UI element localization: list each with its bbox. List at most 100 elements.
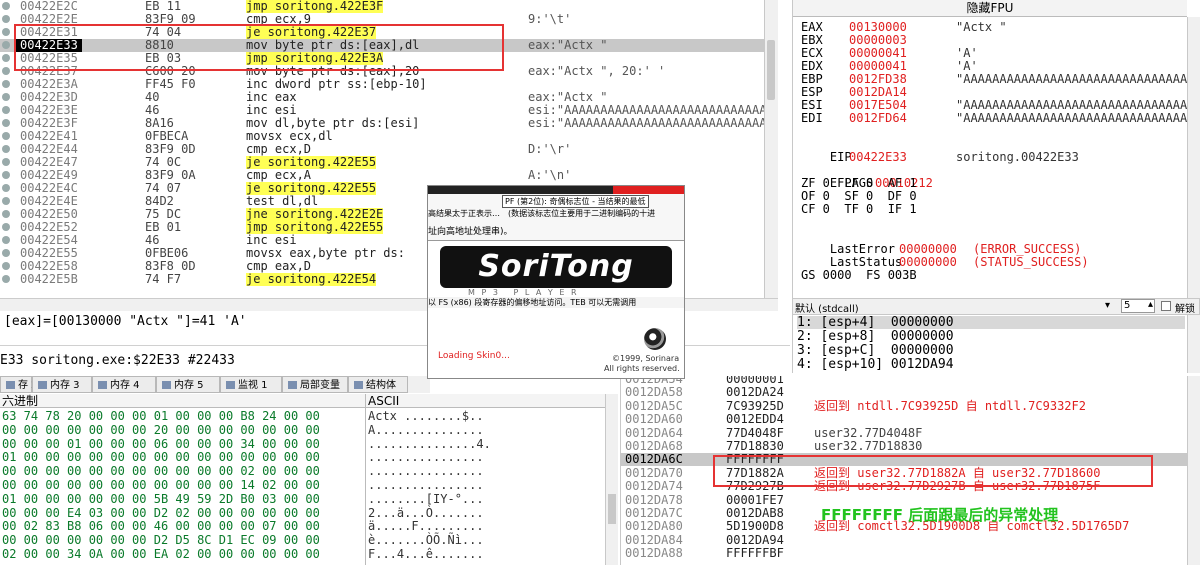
dump-hex-bytes: 63 74 78 20 00 00 00 01 00 00 00 B8 24 0… [2, 409, 320, 423]
dump-row[interactable]: 63 74 78 20 00 00 00 01 00 00 00 B8 24 0… [0, 410, 618, 423]
reg-last-status[interactable]: LastStatus 00000000 (STATUS_SUCCESS) [801, 243, 1089, 269]
stack-row[interactable]: 0012DA68 77D18830 user32.77D18830 [621, 440, 1200, 453]
disasm-row[interactable]: 00422E47 74 0C je soritong.422E55 [0, 156, 778, 169]
tooltip-line-3: 址向高地址处理串)。 [428, 227, 513, 237]
stack-arg-row[interactable]: 2: [esp+8] 00000000 [797, 330, 954, 343]
breakpoint-dot-icon[interactable] [2, 223, 10, 231]
dump-tab-6[interactable]: 局部变量 [282, 376, 348, 393]
dump-row[interactable]: 00 00 00 00 00 00 00 20 00 00 00 00 00 0… [0, 423, 618, 437]
registers-pane[interactable]: 隐藏FPU EAX 00130000 "Actx " EBX 00000003 ECX 00… [792, 0, 1200, 298]
memory-icon [98, 381, 107, 389]
stack-pane[interactable]: 0012DA54 00000001 0012DA58 0012DA24 0012DA5C… [620, 376, 1200, 565]
dump-tab-3[interactable]: 内存 4 [92, 376, 156, 393]
dump-ascii-header[interactable]: ASCII [365, 394, 605, 408]
dump-row[interactable]: 02 00 00 34 0A 00 00 EA 02 00 00 00 00 0… [0, 548, 618, 561]
breakpoint-dot-icon[interactable] [2, 2, 10, 10]
stack-row[interactable]: 0012DA54 00000001 [621, 376, 1200, 386]
breakpoint-dot-icon[interactable] [2, 158, 10, 166]
memory-icon [162, 381, 171, 389]
breakpoint-dot-icon[interactable] [2, 15, 10, 23]
dump-hex-header[interactable]: 六进制 [0, 394, 365, 408]
scrollbar-thumb[interactable] [608, 494, 616, 524]
breakpoint-dot-icon[interactable] [2, 80, 10, 88]
stack-row[interactable]: 0012DA88 FFFFFFBF [621, 547, 1200, 560]
disasm-row[interactable]: 00422E49 83F9 0A cmp ecx,A A:'\n' [0, 169, 778, 182]
arg-count-box[interactable]: 5 ▴ [1121, 299, 1155, 313]
soritong-splash-window[interactable]: PF (第2位): 奇偶标志位 - 当结果的最低 高结果太于正表示… (数据该标… [427, 185, 685, 379]
disasm-row[interactable]: 00422E41 0FBECA movsx ecx,dl [0, 130, 778, 143]
dump-ascii: è.......ÒÕ.Ñì... [368, 533, 484, 548]
breakpoint-dot-icon[interactable] [2, 119, 10, 127]
breakpoint-dot-icon[interactable] [2, 210, 10, 218]
stack-args-pane[interactable]: 1: [esp+4] 00000000 2: [esp+8] 00000000 3:… [792, 315, 1200, 373]
dump-tab-2[interactable]: 内存 3 [32, 376, 92, 393]
dump-tab-5[interactable]: 监视 1 [220, 376, 282, 393]
dump-tab-1[interactable]: 存 2 [0, 376, 38, 393]
breakpoint-dot-icon[interactable] [2, 197, 10, 205]
call-convention-bar: 默认 (stdcall) ▾ 5 ▴ 解锁 [792, 298, 1200, 315]
spinner-icon[interactable]: ▴ [1148, 299, 1153, 310]
dump-row[interactable]: 00 02 83 B8 06 00 00 46 00 00 00 00 07 0… [0, 520, 618, 533]
tab-label: 结构体 [366, 380, 396, 391]
reg-eip[interactable]: EIP 00422E33 soritong.00422E33 [801, 138, 1079, 164]
dump-ascii: Actx ........$.. [368, 409, 484, 423]
segment-line[interactable]: GS 0000 FS 003B [801, 269, 917, 282]
stack-row[interactable]: 0012DA84 0012DA94 [621, 533, 1200, 547]
breakpoint-dot-icon[interactable] [2, 236, 10, 244]
dump-tab-4[interactable]: 内存 5 [156, 376, 220, 393]
breakpoint-dot-icon[interactable] [2, 275, 10, 283]
call-convention-select[interactable]: 默认 (stdcall) [795, 300, 859, 315]
dump-row[interactable]: 00 00 00 01 00 00 00 06 00 00 00 34 00 0… [0, 437, 618, 451]
registers-scrollbar[interactable] [1187, 17, 1200, 298]
breakpoint-dot-icon[interactable] [2, 262, 10, 270]
stack-row[interactable]: 0012DA58 0012DA24 [621, 386, 1200, 399]
breakpoint-dot-icon[interactable] [2, 184, 10, 192]
dump-scrollbar[interactable] [605, 394, 618, 565]
stack-address: 0012DA70 [625, 465, 683, 480]
disasm-row[interactable]: 00422E3F 8A16 mov dl,byte ptr ds:[esi] esi:… [0, 117, 778, 130]
breakpoint-dot-icon[interactable] [2, 93, 10, 101]
breakpoint-dot-icon[interactable] [2, 145, 10, 153]
stack-scrollbar[interactable] [1187, 376, 1200, 565]
breakpoint-dot-icon[interactable] [2, 171, 10, 179]
dump-row[interactable]: 00 00 00 00 00 00 00 00 00 00 00 02 00 0… [0, 465, 618, 478]
unlock-checkbox[interactable] [1161, 301, 1171, 311]
breakpoint-dot-icon[interactable] [2, 67, 10, 75]
register-row[interactable]: EDI 0012FD64 "AAAAAAAAAAAAAAAAAAAAAAAAAAAA… [801, 112, 1200, 125]
dump-row[interactable]: 00 00 00 00 00 00 00 D2 D5 8C D1 EC 09 0… [0, 534, 618, 547]
stack-row[interactable]: 0012DA60 0012EDD4 [621, 413, 1200, 426]
disasm-row[interactable]: 00422E3A FF45 F0 inc dword ptr ss:[ebp-10] [0, 78, 778, 91]
breakpoint-dot-icon[interactable] [2, 106, 10, 114]
flag-tooltip: PF (第2位): 奇偶标志位 - 当结果的最低 高结果太于正表示… (数据该标… [428, 194, 684, 241]
disassembly-scrollbar[interactable] [764, 0, 778, 298]
stack-row[interactable]: 0012DA64 77D4048F user32.77D4048F [621, 426, 1200, 440]
chevron-down-icon[interactable]: ▾ [1105, 300, 1110, 311]
dump-row[interactable]: 01 00 00 00 00 00 00 5B 49 59 2D B0 03 0… [0, 492, 618, 506]
dump-row[interactable]: 00 00 00 00 00 00 00 00 00 00 00 14 02 0… [0, 479, 618, 492]
breakpoint-dot-icon[interactable] [2, 132, 10, 140]
memory-dump-pane[interactable]: 六进制 ASCII 63 74 78 20 00 00 00 01 00 00 … [0, 394, 618, 565]
stack-arg-row[interactable]: 4: [esp+10] 0012DA94 [797, 358, 954, 371]
hide-fpu-header[interactable]: 隐藏FPU [793, 0, 1187, 17]
stack-arg-row[interactable]: 1: [esp+4] 00000000 [797, 316, 1185, 329]
breakpoint-dot-icon[interactable] [2, 249, 10, 257]
dump-row[interactable]: 00 00 00 E4 03 00 00 D2 02 00 00 00 00 0… [0, 506, 618, 520]
flags-line-3[interactable]: CF 0 TF 0 IF 1 [801, 203, 917, 216]
stack-args-scrollbar[interactable] [1187, 315, 1200, 373]
breakpoint-dot-icon[interactable] [2, 41, 10, 49]
breakpoint-dot-icon[interactable] [2, 54, 10, 62]
scrollbar-thumb[interactable] [767, 40, 775, 100]
disasm-row[interactable]: 00422E44 83F9 0D cmp ecx,D D:'\r' [0, 143, 778, 156]
disasm-row[interactable]: 00422E2C EB 11 jmp soritong.422E3F [0, 0, 778, 13]
dump-tab-7[interactable]: 结构体 [348, 376, 408, 393]
dump-row[interactable]: 01 00 00 00 00 00 00 00 00 00 00 00 00 0… [0, 451, 618, 464]
breakpoint-dot-icon[interactable] [2, 28, 10, 36]
stack-arg-row[interactable]: 3: [esp+C] 00000000 [797, 344, 954, 357]
tab-label: 内存 4 [110, 380, 140, 391]
tab-label: 监视 1 [238, 380, 268, 391]
reg-last-error[interactable]: LastError 00000000 (ERROR_SUCCESS) [801, 230, 1081, 256]
stack-address: 0012DA7C [625, 506, 683, 520]
stack-row[interactable]: 0012DA5C 7C93925D 返回到 ntdll.7C93925D 自 ntd… [621, 399, 1200, 413]
reg-name: LastStatus [829, 255, 903, 269]
reg-name: EDX [801, 59, 823, 73]
